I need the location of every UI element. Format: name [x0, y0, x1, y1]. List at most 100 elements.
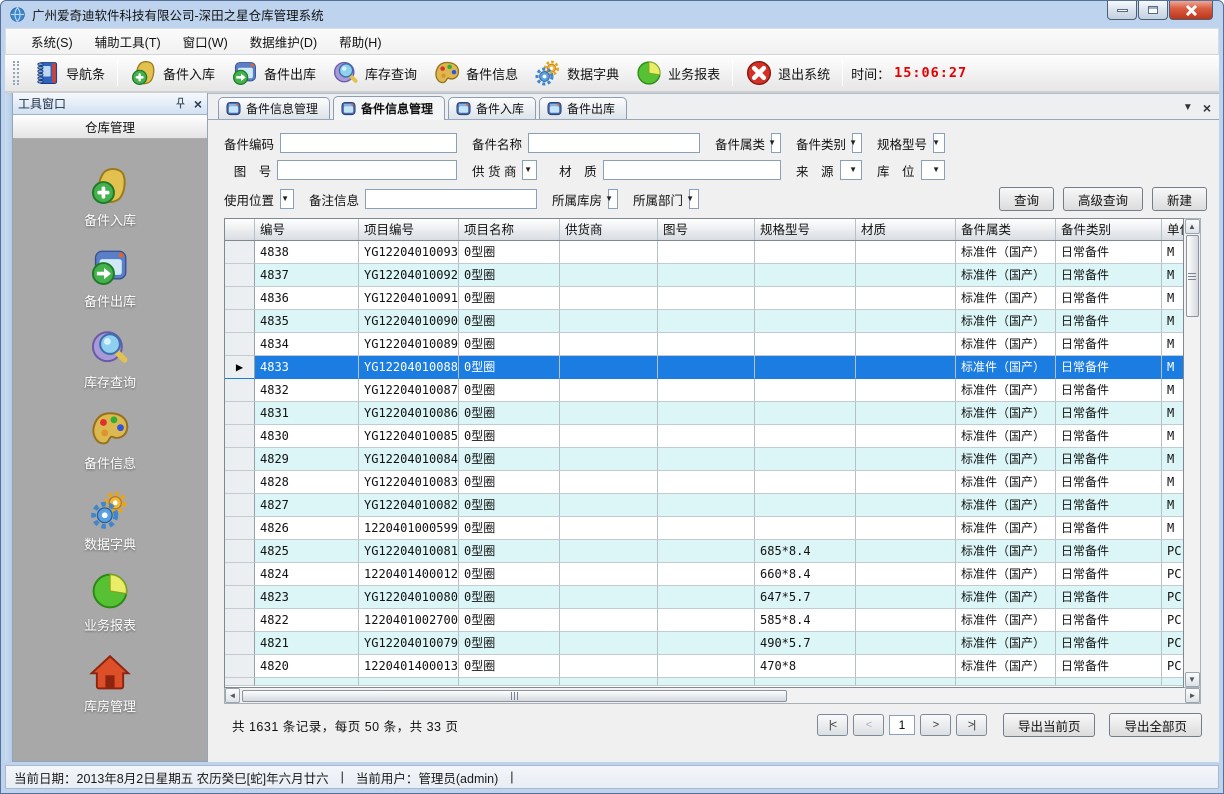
field-dropdown[interactable]: ▼ [608, 189, 618, 209]
row-marker[interactable] [225, 586, 255, 609]
row-marker[interactable] [225, 425, 255, 448]
next-page-button[interactable]: > [920, 714, 951, 736]
row-marker[interactable] [225, 310, 255, 333]
table-row[interactable]: 4823YG122040100800型圈647*5.7标准件（国产）日常备件PC [225, 586, 1183, 609]
row-marker[interactable] [225, 448, 255, 471]
table-row[interactable]: 4827YG122040100820型圈标准件（国产）日常备件M [225, 494, 1183, 517]
menu-item[interactable]: 帮助(H) [328, 28, 392, 55]
tab-备件信息管理[interactable]: 备件信息管理 [333, 96, 445, 120]
table-row[interactable]: 4821YG122040100790型圈490*5.7标准件（国产）日常备件PC [225, 632, 1183, 655]
row-marker[interactable] [225, 609, 255, 632]
table-row[interactable]: 482212204010027000型圈585*8.4标准件（国产）日常备件PC [225, 609, 1183, 632]
column-header-编号[interactable]: 编号 [255, 219, 359, 240]
toolbar-button-winarrow[interactable]: 备件出库 [223, 57, 324, 89]
menu-item[interactable]: 系统(S) [20, 28, 84, 55]
pin-icon[interactable] [174, 97, 187, 110]
row-marker[interactable] [225, 333, 255, 356]
table-row[interactable]: 4835YG122040100900型圈标准件（国产）日常备件M [225, 310, 1183, 333]
advanced-query-button[interactable]: 高级查询 [1063, 187, 1143, 211]
tab-备件入库[interactable]: 备件入库 [448, 97, 536, 119]
field-dropdown[interactable]: ▼ [280, 189, 294, 209]
prev-page-button[interactable]: < [853, 714, 884, 736]
tab-备件出库[interactable]: 备件出库 [539, 97, 627, 119]
field-dropdown[interactable]: ▼ [852, 133, 862, 153]
table-row[interactable]: 482012204014000130型圈470*8标准件（国产）日常备件PC [225, 655, 1183, 678]
field-dropdown[interactable]: ▼ [840, 160, 862, 180]
row-marker[interactable] [225, 632, 255, 655]
export-all-pages-button[interactable]: 导出全部页 [1109, 713, 1202, 737]
row-marker[interactable] [225, 471, 255, 494]
sidebar-item-gears[interactable]: 数据字典 [35, 487, 185, 555]
field-dropdown[interactable]: ▼ [921, 160, 945, 180]
toolbar-button-bagplus[interactable]: 备件入库 [122, 57, 223, 89]
table-row[interactable]: 4830YG122040100850型圈标准件（国产）日常备件M [225, 425, 1183, 448]
scroll-down-icon[interactable]: ▼ [1185, 672, 1200, 687]
row-marker[interactable] [225, 655, 255, 678]
sidebar-item-palette[interactable]: 备件信息 [35, 406, 185, 474]
export-current-page-button[interactable]: 导出当前页 [1003, 713, 1096, 737]
table-row[interactable]: 482612204010005990型圈标准件（国产）日常备件M [225, 517, 1183, 540]
sidebar-section-warehouse[interactable]: 仓库管理 [13, 115, 207, 139]
row-marker[interactable] [225, 379, 255, 402]
tab-close-icon[interactable]: × [1203, 104, 1211, 112]
horizontal-scrollbar[interactable]: ◄ ► [224, 688, 1201, 704]
field-input[interactable] [280, 133, 457, 153]
scroll-up-icon[interactable]: ▲ [1185, 219, 1200, 234]
column-header-项目编号[interactable]: 项目编号 [359, 219, 459, 240]
menu-item[interactable]: 辅助工具(T) [84, 28, 172, 55]
table-row[interactable]: 4837YG122040100920型圈标准件（国产）日常备件M [225, 264, 1183, 287]
field-input[interactable] [528, 133, 700, 153]
first-page-button[interactable]: |< [817, 714, 848, 736]
vertical-scrollbar[interactable]: ▲ ▼ [1184, 218, 1201, 688]
table-row[interactable]: 4829YG122040100840型圈标准件（国产）日常备件M [225, 448, 1183, 471]
column-header-单位[interactable]: 单位 [1162, 219, 1184, 240]
table-row[interactable]: 4825YG122040100810型圈685*8.4标准件（国产）日常备件PC [225, 540, 1183, 563]
column-header-marker[interactable] [225, 219, 255, 240]
row-marker[interactable] [225, 402, 255, 425]
row-marker-selected[interactable]: ▶ [225, 356, 255, 379]
toolbar-grip-handle[interactable] [13, 61, 19, 85]
row-marker[interactable] [225, 241, 255, 264]
toolbar-button-gears[interactable]: 数据字典 [526, 57, 627, 89]
scroll-right-icon[interactable]: ► [1185, 688, 1200, 703]
minimize-button[interactable] [1107, 1, 1137, 20]
field-dropdown[interactable]: ▼ [933, 133, 945, 153]
field-dropdown[interactable]: ▼ [522, 160, 537, 180]
sidebar-item-magnifier[interactable]: 库存查询 [35, 325, 185, 393]
scroll-left-icon[interactable]: ◄ [225, 688, 240, 703]
row-marker[interactable] [225, 517, 255, 540]
toolbar-button-exit[interactable]: 退出系统 [737, 57, 838, 89]
table-row[interactable]: 4831YG122040100860型圈标准件（国产）日常备件M [225, 402, 1183, 425]
query-button[interactable]: 查询 [999, 187, 1054, 211]
horizontal-scroll-thumb[interactable] [242, 690, 787, 702]
field-input[interactable] [603, 160, 781, 180]
toolbar-button-palette[interactable]: 备件信息 [425, 57, 526, 89]
field-dropdown[interactable]: ▼ [689, 189, 699, 209]
sidebar-item-winarrow[interactable]: 备件出库 [35, 244, 185, 312]
sidebar-item-bagplus[interactable]: 备件入库 [35, 163, 185, 231]
menu-item[interactable]: 数据维护(D) [239, 28, 328, 55]
tab-list-dropdown-icon[interactable]: ▼ [1183, 102, 1193, 113]
toolbar-button-navbook[interactable]: 导航条 [25, 57, 113, 89]
row-marker[interactable] [225, 563, 255, 586]
last-page-button[interactable]: >| [956, 714, 987, 736]
column-header-备件类别[interactable]: 备件类别 [1056, 219, 1162, 240]
table-row[interactable]: 4834YG122040100890型圈标准件（国产）日常备件M [225, 333, 1183, 356]
toolbar-button-pie[interactable]: 业务报表 [627, 57, 728, 89]
column-header-材质[interactable]: 材质 [856, 219, 956, 240]
table-row[interactable]: 4836YG122040100910型圈标准件（国产）日常备件M [225, 287, 1183, 310]
vertical-scroll-thumb[interactable] [1186, 235, 1199, 317]
sidebar-item-pie[interactable]: 业务报表 [35, 568, 185, 636]
field-input[interactable] [277, 160, 457, 180]
sidebar-item-house[interactable]: 库房管理 [35, 649, 185, 717]
row-marker[interactable] [225, 287, 255, 310]
field-dropdown[interactable]: ▼ [771, 133, 781, 153]
row-marker[interactable] [225, 264, 255, 287]
table-row[interactable]: 4838YG122040100930型圈标准件（国产）日常备件M [225, 241, 1183, 264]
close-button[interactable] [1169, 1, 1213, 20]
table-row[interactable]: 4832YG122040100870型圈标准件（国产）日常备件M [225, 379, 1183, 402]
maximize-button[interactable] [1138, 1, 1168, 20]
toolbar-button-magnifier[interactable]: 库存查询 [324, 57, 425, 89]
column-header-供货商[interactable]: 供货商 [560, 219, 658, 240]
page-number-input[interactable] [889, 715, 915, 735]
